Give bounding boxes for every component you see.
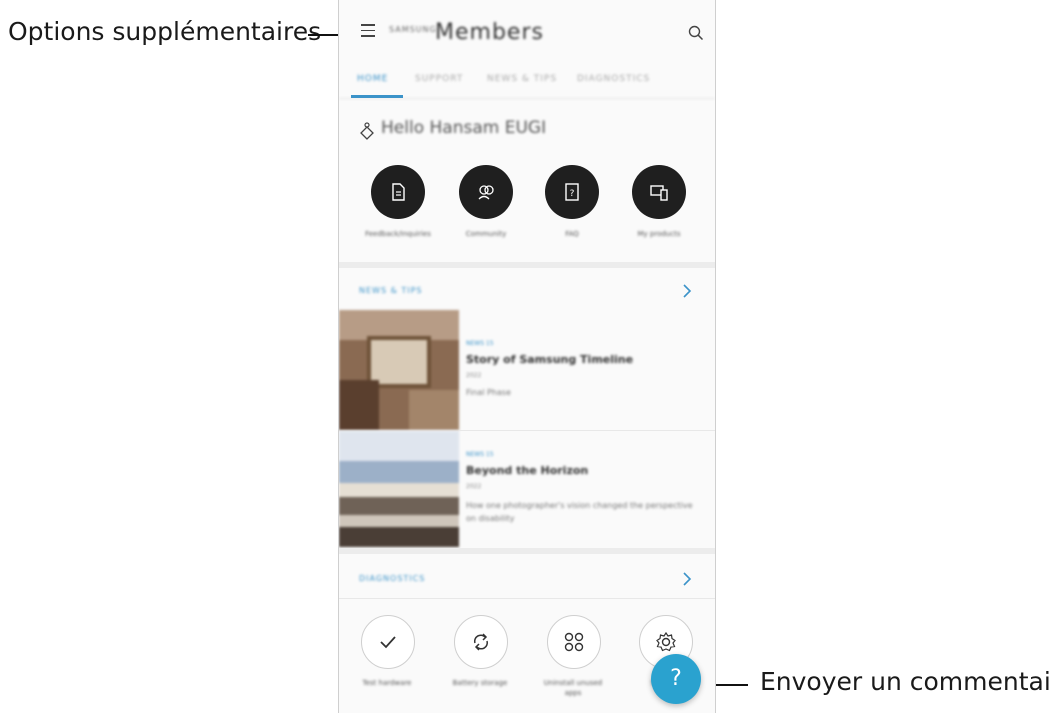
news-description: How one photographer's vision changed th… — [466, 501, 693, 523]
active-tab-indicator — [351, 95, 403, 98]
gear-icon — [656, 631, 676, 652]
news-item[interactable]: NEWS 15 Story of Samsung Timeline 2022 F… — [339, 310, 715, 430]
phone-screen: SAMSUNG Members HOME SUPPORT NEWS & TIPS… — [338, 0, 716, 713]
app-bar: SAMSUNG Members — [339, 0, 715, 64]
brand-prefix: SAMSUNG — [389, 25, 437, 34]
feedback-button[interactable] — [371, 165, 425, 219]
diagnostic-label: Test hardware — [362, 679, 412, 687]
quick-action-label: Community — [465, 230, 507, 238]
news-item[interactable]: NEWS 15 Beyond the Horizon 2022 How one … — [339, 431, 715, 547]
faq-button[interactable]: ? — [545, 165, 599, 219]
tab-news-tips[interactable]: NEWS & TIPS — [487, 74, 557, 84]
news-thumbnail — [339, 310, 459, 430]
callout-send-feedback: Envoyer un commentaire. — [760, 667, 1051, 696]
community-button[interactable] — [459, 165, 513, 219]
diagnostic-label: Battery storage — [452, 679, 508, 687]
tab-diagnostics[interactable]: DIAGNOSTICS — [577, 74, 650, 84]
test-hardware-button[interactable] — [361, 615, 415, 669]
quick-action-label: FAQ — [565, 230, 579, 238]
people-icon — [478, 185, 494, 200]
greeting-text: Hello Hansam EUGI — [381, 118, 547, 138]
faq-book-icon: ? — [565, 183, 579, 201]
my-products-button[interactable] — [632, 165, 686, 219]
question-mark-icon: ? — [670, 666, 682, 691]
diagnostics-section-title[interactable]: DIAGNOSTICS — [359, 574, 425, 583]
news-date: 2022 — [466, 372, 482, 379]
menu-icon[interactable] — [361, 24, 375, 38]
send-feedback-fab[interactable]: ? — [651, 654, 701, 704]
news-tag: NEWS 15 — [466, 340, 494, 347]
tab-support[interactable]: SUPPORT — [415, 74, 463, 84]
quick-action-label: Feedback/Inquiries — [365, 230, 431, 238]
greeting-icon — [360, 122, 374, 140]
document-icon — [392, 183, 405, 201]
news-date: 2022 — [466, 483, 482, 490]
check-icon — [380, 636, 396, 649]
news-tag: NEWS 15 — [466, 451, 494, 458]
search-icon[interactable] — [687, 24, 705, 42]
news-section-title[interactable]: NEWS & TIPS — [359, 286, 423, 295]
section-divider — [339, 548, 715, 554]
news-description: Final Phase — [466, 388, 511, 397]
news-title: Beyond the Horizon — [466, 464, 589, 477]
svg-text:?: ? — [570, 189, 575, 199]
news-thumbnail — [339, 431, 459, 547]
news-title: Story of Samsung Timeline — [466, 353, 634, 366]
section-divider — [339, 598, 715, 599]
refresh-icon — [473, 633, 489, 651]
callout-more-options: Options supplémentaires — [8, 17, 322, 46]
uninstall-apps-button[interactable] — [547, 615, 601, 669]
devices-icon — [650, 185, 668, 201]
quick-action-label: My products — [637, 230, 681, 238]
chevron-right-icon[interactable] — [681, 572, 693, 586]
chevron-right-icon[interactable] — [681, 284, 693, 298]
app-title: Members — [435, 20, 544, 45]
tab-home[interactable]: HOME — [357, 74, 388, 84]
section-divider — [339, 262, 715, 268]
battery-storage-button[interactable] — [454, 615, 508, 669]
diagnostic-label: Uninstall unused apps — [543, 679, 603, 697]
apps-icon — [564, 632, 584, 652]
